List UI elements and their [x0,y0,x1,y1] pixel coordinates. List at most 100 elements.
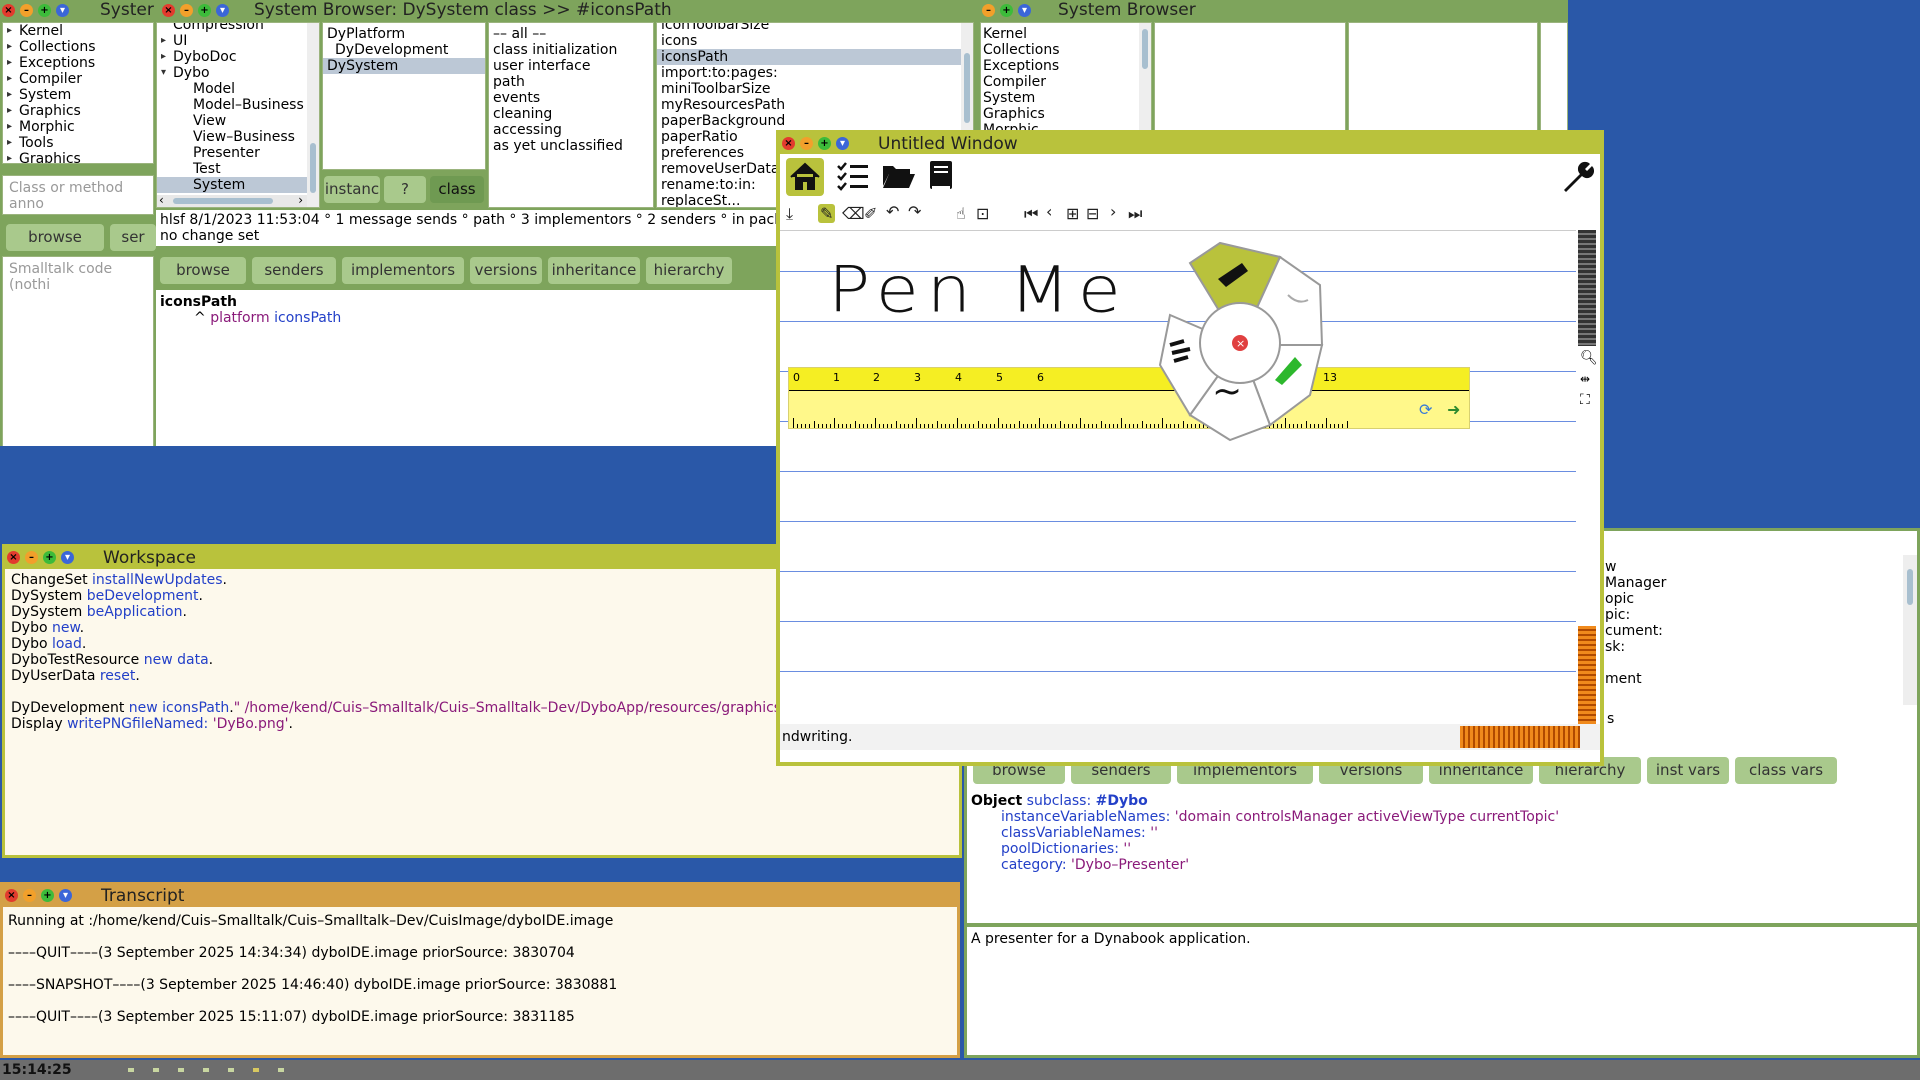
list-item[interactable]: sk: [1605,639,1666,655]
prev-page-icon[interactable]: ‹ [1046,202,1052,221]
tree-item[interactable]: ▸ DyboDoc [157,49,319,65]
category-item[interactable]: ▸ Graphics [3,103,153,119]
menu-icon[interactable]: ▾ [59,889,72,902]
tree-item[interactable]: Presenter [157,145,319,161]
remove-page-icon[interactable]: ⊟ [1086,204,1099,223]
marker-icon[interactable]: ✐ [864,204,877,223]
zoom-icon[interactable]: 🔍︎ [1580,350,1598,366]
expand-icon[interactable]: + [818,137,831,150]
expand-icon[interactable]: + [198,4,211,17]
menu-icon[interactable]: ▾ [56,4,69,17]
category-list[interactable]: ▸ Kernel ▸ Collections ▸ Exceptions ▸ Compiler ▸… [2,22,154,164]
method-item[interactable]: miniToolbarSize [657,81,973,97]
tree-item[interactable]: System [157,177,319,193]
taskbar-item[interactable] [253,1068,259,1072]
category-item[interactable]: ▸ Morphic [3,119,153,135]
menu-icon[interactable]: ▾ [61,551,74,564]
tree-item[interactable]: Model–Business [157,97,319,113]
method-item[interactable]: paperBackground [657,113,973,129]
transcript-text[interactable]: Running at :/home/kend/Cuis–Smalltalk/Cu… [3,907,957,1055]
expand-triangle-icon[interactable]: ▸ [161,33,166,49]
list-item[interactable] [1605,655,1666,671]
senders-button[interactable]: senders [252,257,336,284]
protocol-item[interactable]: class initialization [489,42,653,58]
help-button[interactable]: ? [384,176,426,203]
browse-button[interactable]: browse [6,224,104,251]
list-item[interactable]: Manager [1605,575,1666,591]
class-item[interactable]: DySystem [323,58,485,74]
vertical-scrollbar[interactable] [1903,555,1917,705]
protocol-item[interactable]: path [489,74,653,90]
protocol-item[interactable]: as yet unclassified [489,138,653,154]
exit-arrow-icon[interactable]: ➜ [1447,400,1460,419]
browse-button[interactable]: browse [160,257,246,284]
class-item[interactable]: DyDevelopment [323,42,485,58]
scroll-thumb[interactable] [173,198,273,204]
protocol-item[interactable]: user interface [489,58,653,74]
radial-tool-menu[interactable]: × ~ [1130,235,1350,455]
ruler[interactable]: 0123456111213 ⟳ ➜ [788,367,1470,429]
method-item[interactable]: myResourcesPath [657,97,973,113]
class-search-input[interactable]: Class or method anno [2,175,154,215]
minimize-icon[interactable]: – [25,551,38,564]
expand-icon[interactable]: + [1000,4,1013,17]
close-icon[interactable]: × [7,551,20,564]
protocol-item[interactable]: –– all –– [489,26,653,42]
close-icon[interactable]: × [162,4,175,17]
expand-triangle-icon[interactable]: ▸ [7,135,12,151]
fullscreen-icon[interactable]: ⛶ [1580,392,1590,408]
taskbar-item[interactable] [278,1068,284,1072]
wrench-icon[interactable] [1560,160,1595,198]
transcript-titlebar[interactable]: × – + ▾ Transcript [3,885,957,907]
expand-triangle-icon[interactable]: ▸ [7,39,12,55]
next-page-icon[interactable]: › [1110,202,1116,221]
protocol-item[interactable]: accessing [489,122,653,138]
tree-item[interactable]: Model [157,81,319,97]
tree-item[interactable]: Test [157,161,319,177]
first-page-icon[interactable]: ⏮ [1024,204,1038,224]
list-item[interactable]: ment [1605,671,1666,687]
minimize-icon[interactable]: – [20,4,33,17]
writing-paper[interactable]: Pen Me 0123456111213 ⟳ ➜ × [780,230,1576,725]
tree-item[interactable]: View–Business [157,129,319,145]
minimize-icon[interactable]: – [982,4,995,17]
category-item[interactable]: ▸ Compiler [3,71,153,87]
list-item[interactable]: cument: [1605,623,1666,639]
protocol-item[interactable]: cleaning [489,106,653,122]
redo-icon[interactable]: ↷ [908,202,921,221]
expand-triangle-icon[interactable]: ▸ [7,103,12,119]
rotate-icon[interactable]: ⟳ [1419,400,1432,419]
class-comment-pane[interactable]: A presenter for a Dynabook application. [967,927,1917,1055]
scroll-left-icon[interactable]: ‹ [159,192,164,207]
left-window-titlebar[interactable]: × – + ▾ Syster [0,0,155,20]
method-item[interactable]: iconToolbarSize [657,23,973,33]
category-item[interactable]: ▸ Kernel [3,23,153,39]
senders-button[interactable]: ser [110,224,156,251]
category-item[interactable]: ▸ Tools [3,135,153,151]
expand-triangle-icon[interactable]: ▸ [7,151,12,163]
minimize-icon[interactable]: – [23,889,36,902]
close-icon[interactable]: × [782,137,795,150]
versions-button[interactable]: versions [470,257,542,284]
expand-triangle-icon[interactable]: ▸ [7,71,12,87]
undo-icon[interactable]: ↶ [886,202,899,221]
expand-triangle-icon[interactable]: ▸ [7,119,12,135]
taskbar-item[interactable] [153,1068,159,1072]
book-icon[interactable] [928,160,954,196]
progress-gauge-bottom[interactable] [1578,626,1596,724]
scroll-right-icon[interactable]: › [298,192,303,207]
class-definition-pane[interactable]: Object subclass: #Dybo instanceVariableN… [967,789,1917,929]
pen-icon[interactable]: ✎ [818,204,836,223]
list-icon[interactable] [836,160,870,196]
category-item[interactable]: Compiler [981,74,1151,90]
add-page-icon[interactable]: ⊞ [1066,204,1079,223]
instance-button[interactable]: instanc [324,176,380,203]
vertical-scrollbar[interactable] [307,23,319,207]
main-browser-titlebar[interactable]: × – + ▾ System Browser: DySystem class >> #… [160,0,975,20]
tree-item[interactable]: ▾ Dybo [157,65,319,81]
class-button[interactable]: class [430,176,484,203]
scroll-thumb[interactable] [1142,29,1148,69]
tree-item[interactable]: Compression [157,23,319,33]
taskbar-item[interactable] [203,1068,209,1072]
category-item[interactable]: ▸ Collections [3,39,153,55]
